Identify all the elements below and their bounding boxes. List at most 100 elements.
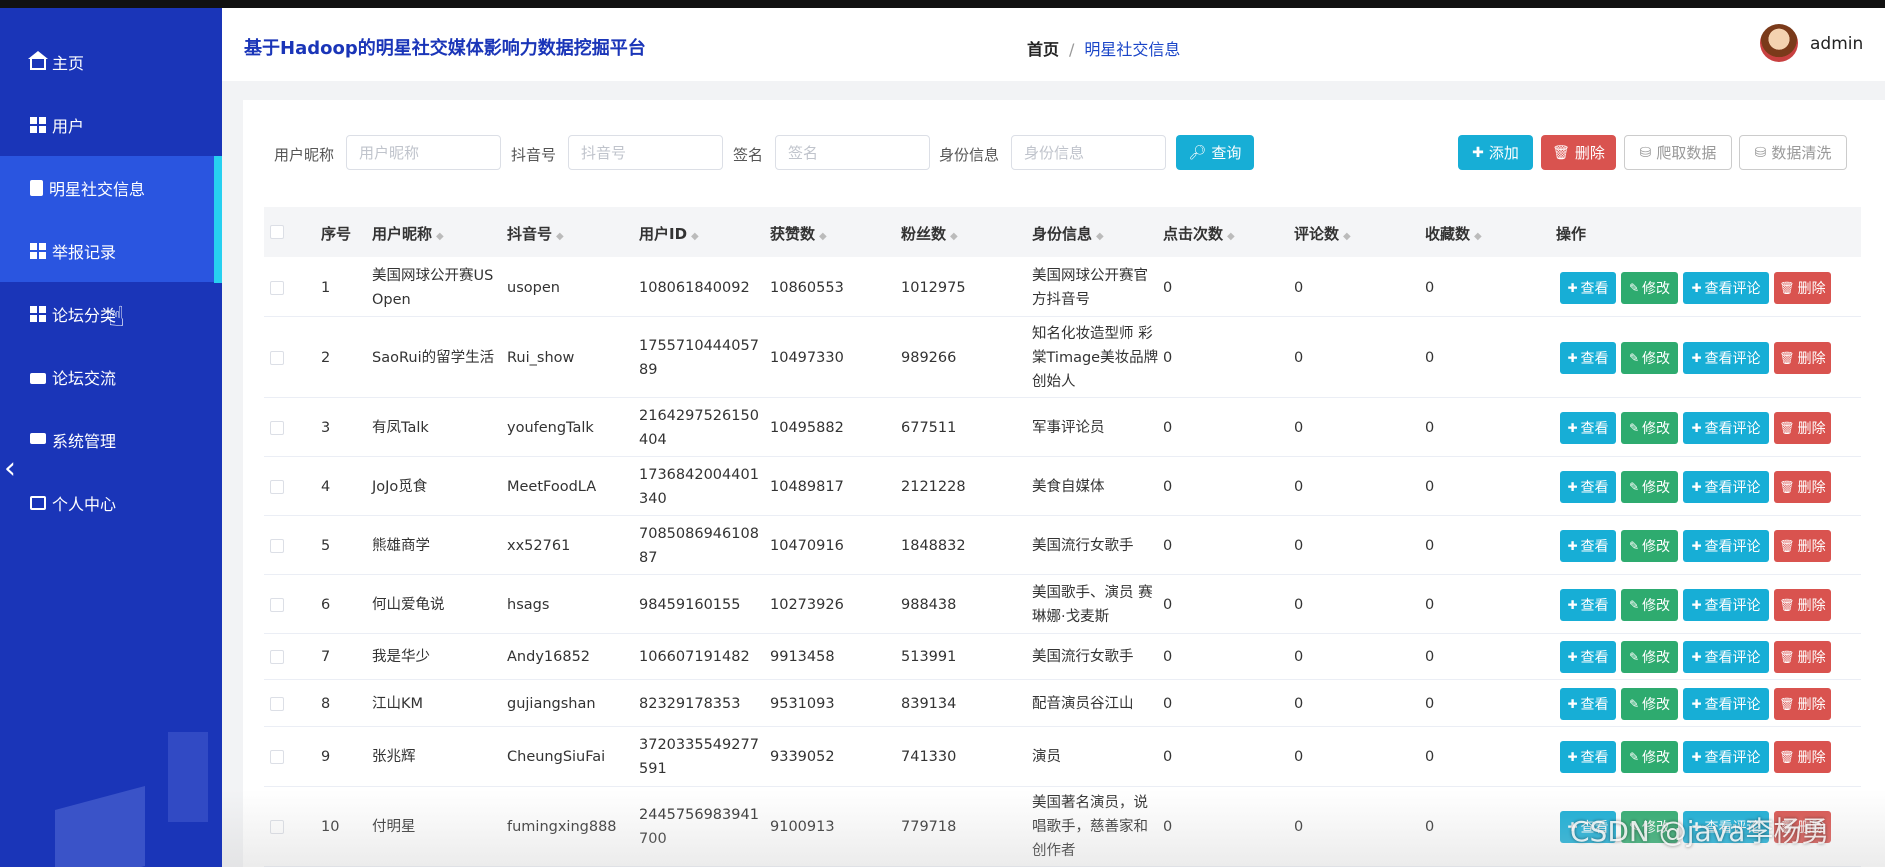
header-fans[interactable]: 粉丝数 ◆ [901,223,958,244]
edit-button[interactable]: ✎ 修改 [1621,641,1678,673]
header-identity[interactable]: 身份信息 ◆ [1032,223,1104,244]
select-all-checkbox[interactable] [270,225,284,239]
row-checkbox[interactable] [270,820,284,834]
view-button-label: 查看 [1580,479,1609,496]
sidebar-item-system[interactable]: 系统管理 [0,408,214,471]
sort-icon[interactable]: ◆ [1227,231,1235,242]
row-checkbox[interactable] [270,696,284,711]
header-comments[interactable]: 评论数 ◆ [1294,223,1351,244]
view-button[interactable]: ✚ 查看 [1560,529,1616,562]
header-nickname[interactable]: 用户昵称 ◆ [372,223,444,244]
edit-button[interactable]: ✎ 修改 [1621,529,1678,562]
sidebar-item-reports[interactable]: 举报记录 [0,219,214,282]
view-comments-button[interactable]: ✚ 查看评论 [1683,641,1769,673]
sidebar-item-star-social[interactable]: 明星社交信息 [0,156,214,219]
collapse-sidebar-icon[interactable]: ‹ [4,454,16,484]
sidebar-item-users[interactable]: 用户 [0,93,214,156]
view-button[interactable]: ✚ 查看 [1560,341,1616,374]
table-row: 9 张兆辉 CheungSiuFai 3720335549277591 9339052 7… [264,727,1861,787]
edit-icon: ✎ [1628,538,1640,553]
sidebar-item-profile[interactable]: 个人中心 [0,471,214,534]
sort-icon[interactable]: ◆ [691,231,699,242]
crawl-data-button[interactable]: ⛁ 爬取数据 [1624,135,1732,170]
avatar[interactable] [1760,24,1798,62]
header-favorites[interactable]: 收藏数 ◆ [1425,223,1482,244]
view-comments-button[interactable]: ✚ 查看评论 [1683,411,1769,444]
query-button[interactable]: 🔎︎ 查询 [1176,135,1254,170]
sort-icon[interactable]: ◆ [1096,231,1104,242]
delete-button[interactable]: 🗑︎ 删除 [1774,641,1831,673]
delete-button[interactable]: 🗑︎ 删除 [1774,588,1831,621]
view-comments-button[interactable]: ✚ 查看评论 [1683,687,1769,720]
edit-button[interactable]: ✎ 修改 [1621,687,1678,720]
row-checkbox[interactable] [270,650,284,664]
sort-icon[interactable]: ◆ [950,231,958,242]
batch-delete-button[interactable]: 🗑︎ 删除 [1541,135,1616,170]
plus-icon: ✚ [1567,750,1578,764]
row-checkbox[interactable] [270,479,284,494]
cell-identity: 美国流行女歌手 [1032,537,1134,554]
sign-input[interactable] [775,135,930,170]
header-likes[interactable]: 获赞数 ◆ [770,223,827,244]
view-comments-button[interactable]: ✚ 查看评论 [1683,341,1769,374]
edit-button[interactable]: ✎ 修改 [1621,271,1678,304]
delete-button[interactable]: 🗑︎ 删除 [1774,470,1831,503]
header-douyin[interactable]: 抖音号 ◆ [507,223,564,244]
view-button[interactable]: ✚ 查看 [1560,470,1616,503]
sidebar-item-forum-category[interactable]: 论坛分类 [0,282,214,345]
sort-icon[interactable]: ◆ [436,231,444,242]
sort-icon[interactable]: ◆ [1474,231,1482,242]
cell-clicks: 0 [1163,419,1173,436]
user-name[interactable]: admin [1810,34,1863,54]
delete-button[interactable]: 🗑︎ 删除 [1774,271,1831,304]
delete-button[interactable]: 🗑︎ 删除 [1774,411,1831,444]
view-comments-button[interactable]: ✚ 查看评论 [1683,588,1769,621]
view-button[interactable]: ✚ 查看 [1560,588,1616,621]
edit-button[interactable]: ✎ 修改 [1621,741,1678,773]
grid-icon [30,242,46,259]
delete-button[interactable]: 🗑︎ 删除 [1774,687,1831,720]
identity-input[interactable] [1011,135,1166,170]
douyin-input[interactable] [568,135,723,170]
row-checkbox[interactable] [270,750,284,764]
cell-userid: 175571044405789 [639,337,759,378]
cell-clicks: 0 [1163,819,1173,835]
view-button[interactable]: ✚ 查看 [1560,271,1616,304]
edit-button[interactable]: ✎ 修改 [1621,588,1678,621]
row-checkbox[interactable] [270,350,284,365]
clean-data-button[interactable]: ⛁ 数据清洗 [1739,135,1847,170]
delete-button[interactable]: 🗑︎ 删除 [1774,341,1831,374]
add-button[interactable]: ✚ 添加 [1458,135,1533,170]
edit-button[interactable]: ✎ 修改 [1621,411,1678,444]
cell-douyin: xx52761 [507,537,571,554]
sidebar-item-forum[interactable]: 论坛交流 [0,345,214,408]
view-button[interactable]: ✚ 查看 [1560,687,1616,720]
row-checkbox[interactable] [270,597,284,612]
cell-douyin: usopen [507,279,560,296]
edit-button[interactable]: ✎ 修改 [1621,470,1678,503]
nickname-input[interactable] [346,135,501,170]
trash-icon: 🗑︎ [1779,420,1795,435]
delete-button[interactable]: 🗑︎ 删除 [1774,529,1831,562]
sidebar-item-home[interactable]: 主页 [0,30,214,93]
view-button[interactable]: ✚ 查看 [1560,741,1616,773]
sort-icon[interactable]: ◆ [556,231,564,242]
row-checkbox[interactable] [270,538,284,553]
delete-button[interactable]: 🗑︎ 删除 [1774,741,1831,773]
header-userid[interactable]: 用户ID ◆ [639,223,699,244]
app-title: 基于Hadoop的明星社交媒体影响力数据挖掘平台 [244,38,646,59]
view-comments-button[interactable]: ✚ 查看评论 [1683,271,1769,304]
row-checkbox[interactable] [270,420,284,435]
view-button[interactable]: ✚ 查看 [1560,411,1616,444]
row-checkbox[interactable] [270,280,284,295]
edit-icon: ✎ [1628,597,1640,612]
header-clicks[interactable]: 点击次数 ◆ [1163,223,1235,244]
view-comments-button[interactable]: ✚ 查看评论 [1683,529,1769,562]
breadcrumb-home[interactable]: 首页 [1027,40,1059,59]
view-comments-button[interactable]: ✚ 查看评论 [1683,470,1769,503]
edit-button[interactable]: ✎ 修改 [1621,341,1678,374]
sort-icon[interactable]: ◆ [819,231,827,242]
view-comments-button[interactable]: ✚ 查看评论 [1683,741,1769,773]
sort-icon[interactable]: ◆ [1343,231,1351,242]
view-button[interactable]: ✚ 查看 [1560,641,1616,673]
